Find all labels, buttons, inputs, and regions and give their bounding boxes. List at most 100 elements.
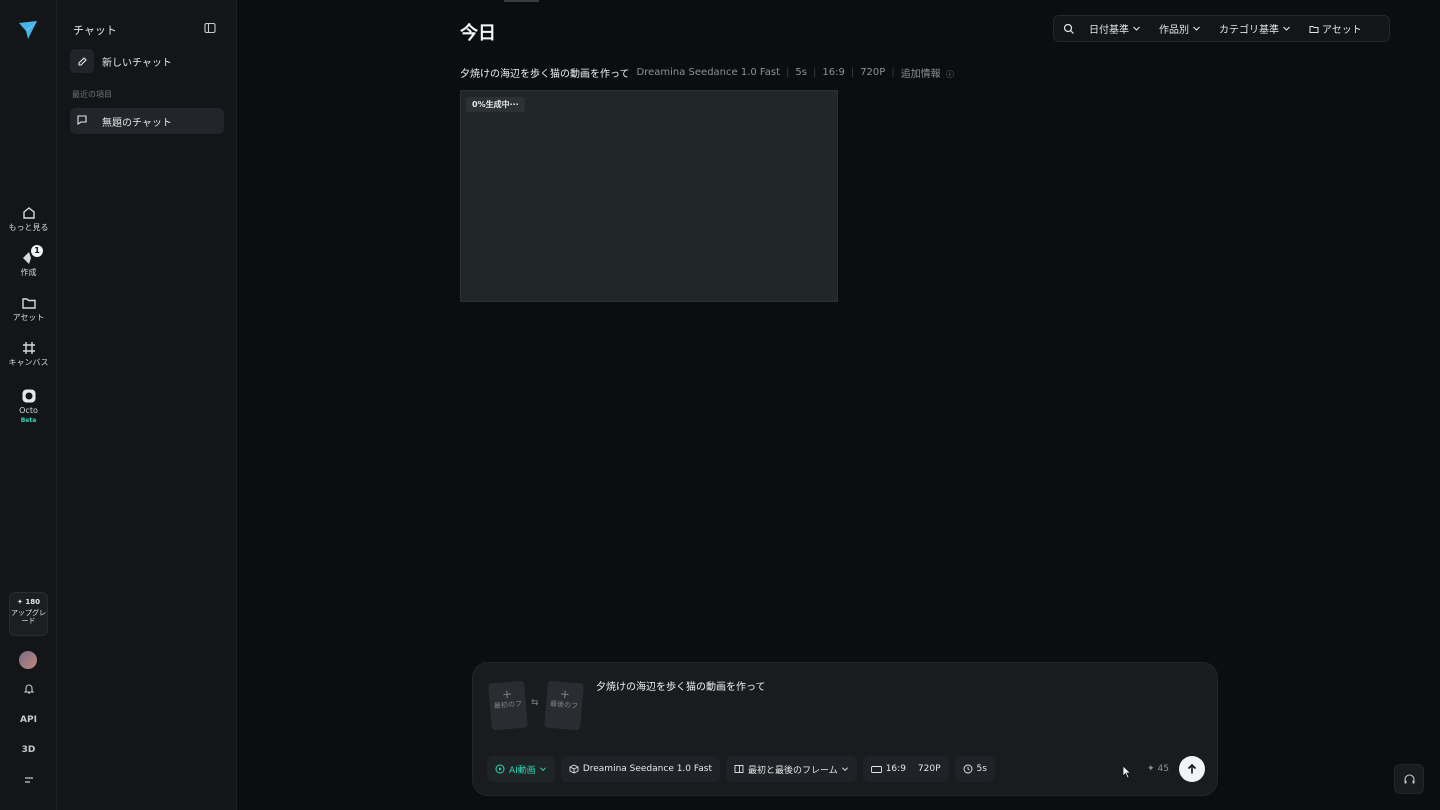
filter-date-label: 日付基準	[1089, 25, 1129, 36]
frame-mode-select[interactable]: 最初と最後のフレーム	[725, 756, 857, 782]
frame-icon	[734, 765, 744, 773]
filter-date[interactable]: 日付基準	[1089, 21, 1141, 36]
generation-meta: 夕焼けの海辺を歩く猫の動画を作って Dreamina Seedance 1.0 …	[460, 65, 954, 80]
divider: |	[812, 67, 817, 78]
composer-controls: AI動画 Dreamina Seedance 1.0 Fast 最初と最後のフレ…	[487, 755, 1001, 783]
sparkle-icon: ✦	[1147, 764, 1155, 774]
filter-category-label: カテゴリ基準	[1219, 25, 1279, 36]
rail-item-label: アセット	[12, 313, 45, 322]
filter-bar: 日付基準 作品別 カテゴリ基準 アセット	[1053, 15, 1390, 42]
rail-item-canvas[interactable]: キャンバス	[0, 340, 57, 368]
chevron-down-icon	[539, 767, 546, 772]
filter-category[interactable]: カテゴリ基準	[1219, 21, 1291, 36]
generation-duration: 5s	[795, 67, 807, 78]
nav-rail: もっと見る 1 作成 アセット キャンバス Octo Beta ✦ 180 アッ…	[0, 0, 57, 810]
mouse-cursor-icon	[1122, 765, 1132, 779]
generation-model: Dreamina Seedance 1.0 Fast	[636, 67, 781, 78]
first-frame-upload[interactable]: + 最初のフ	[488, 680, 528, 731]
mode-label: AI動画	[509, 765, 536, 776]
aspect-ratio-icon	[870, 765, 882, 773]
rail-item-label: もっと見る	[8, 223, 49, 232]
octo-icon	[21, 388, 37, 404]
rail-item-octo[interactable]: Octo Beta	[0, 388, 57, 426]
video-placeholder[interactable]: 0%生成中···	[460, 90, 838, 302]
credit-cost: ✦ 45	[1147, 764, 1169, 774]
duration-select[interactable]: 5s	[954, 756, 995, 782]
generation-resolution: 720P	[860, 67, 886, 78]
ai-video-icon	[495, 764, 505, 774]
prompt-input[interactable]: 夕焼けの海辺を歩く猫の動画を作って	[596, 678, 766, 693]
model-select[interactable]: Dreamina Seedance 1.0 Fast	[560, 756, 720, 782]
chevron-down-icon	[1283, 26, 1290, 31]
recent-label: 最近の項目	[72, 90, 112, 99]
rail-item-create[interactable]: 1 作成	[0, 245, 57, 278]
model-label: Dreamina Seedance 1.0 Fast	[582, 764, 712, 774]
mode-select[interactable]: AI動画	[487, 756, 555, 782]
home-icon	[21, 205, 37, 221]
prompt-composer: + 最初のフ ⇆ + 最後のフ 夕焼けの海辺を歩く猫の動画を作って AI動画 D…	[472, 662, 1218, 796]
generation-prompt: 夕焼けの海辺を歩く猫の動画を作って	[460, 69, 630, 80]
rail-item-label: 作成	[20, 268, 37, 277]
page-title: 今日	[460, 23, 496, 44]
beta-tag: Beta	[20, 417, 37, 424]
generation-ratio: 16:9	[822, 67, 845, 78]
chevron-down-icon	[841, 767, 848, 772]
frame-mode-label: 最初と最後のフレーム	[747, 765, 838, 776]
more-info-link[interactable]: 追加情報 ⓘ	[901, 65, 954, 80]
filter-assets[interactable]: アセット	[1309, 21, 1362, 36]
rail-item-explore[interactable]: もっと見る	[0, 205, 57, 233]
upgrade-button[interactable]: ✦ 180 アップグレード	[9, 592, 48, 636]
ratio-label: 16:9	[885, 764, 906, 774]
chevron-down-icon	[1133, 26, 1140, 31]
search-icon[interactable]	[1063, 23, 1075, 35]
rail-item-assets[interactable]: アセット	[0, 295, 57, 323]
rail-item-label: Octo	[19, 406, 38, 415]
new-chat-button[interactable]: 新しいチャット	[70, 49, 224, 73]
menu-icon[interactable]	[0, 774, 57, 789]
duration-label: 5s	[976, 764, 987, 774]
chat-sidebar: チャット 新しいチャット 最近の項目 無題のチャット	[57, 0, 237, 810]
folder-icon	[1309, 25, 1319, 33]
swap-icon[interactable]: ⇆	[531, 698, 539, 708]
chat-list-item[interactable]: 無題のチャット	[70, 108, 224, 134]
support-button[interactable]	[1394, 764, 1424, 794]
sidebar-title: チャット	[73, 24, 117, 37]
sidebar-toggle-icon[interactable]	[204, 22, 216, 34]
filter-assets-label: アセット	[1322, 25, 1362, 36]
chat-bubble-icon	[76, 114, 90, 128]
resolution-label: 720P	[917, 764, 941, 774]
arrow-up-icon	[1187, 763, 1197, 774]
chevron-down-icon	[1193, 26, 1200, 31]
ratio-resolution-select[interactable]: 16:9 720P	[862, 756, 949, 782]
divider: |	[850, 67, 855, 78]
3d-link[interactable]: 3D	[0, 745, 57, 755]
cube-icon	[569, 764, 579, 774]
last-frame-label: 最後のフ	[549, 699, 579, 711]
api-link[interactable]: API	[0, 715, 57, 725]
arrow-logo-icon[interactable]	[17, 19, 39, 41]
first-frame-label: 最初のフ	[493, 699, 523, 711]
info-icon: ⓘ	[945, 70, 954, 79]
chat-item-label: 無題のチャット	[102, 117, 172, 129]
divider: |	[891, 67, 895, 78]
cost-value: 45	[1157, 764, 1169, 774]
filter-work[interactable]: 作品別	[1159, 21, 1201, 36]
folder-icon	[21, 295, 37, 311]
progress-badge: 0%生成中···	[466, 97, 525, 112]
scroll-indicator	[504, 0, 539, 2]
last-frame-upload[interactable]: + 最後のフ	[544, 680, 584, 731]
new-chat-label: 新しいチャット	[102, 57, 172, 69]
avatar[interactable]	[19, 651, 37, 669]
canvas-icon	[21, 340, 37, 356]
send-button[interactable]	[1179, 756, 1205, 782]
edit-icon	[70, 49, 94, 73]
rail-item-label: キャンバス	[8, 358, 49, 367]
headset-icon	[1403, 773, 1415, 783]
credit-count: ✦ 180	[17, 598, 40, 606]
notification-badge: 1	[31, 245, 43, 257]
filter-work-label: 作品別	[1159, 25, 1189, 36]
upgrade-label: アップグレード	[11, 609, 46, 625]
clock-icon	[963, 764, 972, 774]
more-info-label: 追加情報	[900, 69, 941, 80]
bell-icon[interactable]	[0, 683, 57, 698]
